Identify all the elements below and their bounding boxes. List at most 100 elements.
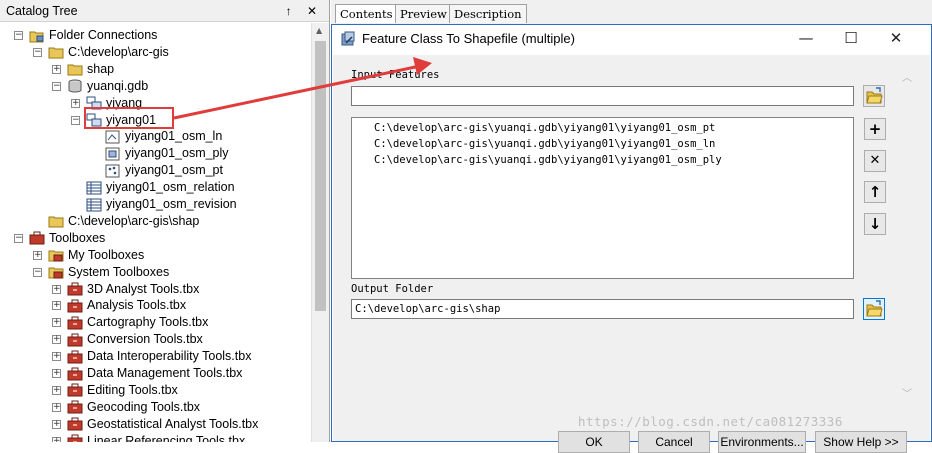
tab-contents[interactable]: Contents: [335, 4, 398, 23]
tree-item[interactable]: − Toolboxes: [14, 230, 105, 247]
expand-icon[interactable]: +: [52, 402, 61, 412]
scrollbar-thumb[interactable]: [315, 41, 326, 311]
expand-icon[interactable]: +: [52, 301, 61, 311]
list-item[interactable]: C:\develop\arc-gis\yuanqi.gdb\yiyang01\y…: [374, 152, 722, 168]
maximize-button[interactable]: ☐: [837, 29, 865, 49]
annotation-highlight-box: [84, 107, 174, 129]
tree-item-label: shap: [87, 61, 115, 76]
tree-item[interactable]: − System Toolboxes: [33, 264, 169, 281]
watermark-text: https://blog.csdn.net/ca081273336: [578, 414, 843, 429]
expand-icon[interactable]: +: [52, 335, 61, 345]
expand-icon[interactable]: +: [52, 318, 61, 328]
move-down-button[interactable]: ↓: [864, 213, 886, 235]
scroll-up-arrow-icon[interactable]: ︿: [902, 69, 912, 84]
minimize-button[interactable]: —: [792, 29, 820, 49]
output-folder-field[interactable]: C:\develop\arc-gis\shap: [351, 299, 854, 319]
browse-input-button[interactable]: [863, 85, 885, 107]
list-item[interactable]: C:\develop\arc-gis\yuanqi.gdb\yiyang01\y…: [374, 136, 715, 152]
open-folder-icon: [866, 300, 883, 317]
toolbox-icon: [67, 367, 83, 381]
tree-item[interactable]: + Linear Referencing Tools.tbx: [52, 433, 245, 442]
catalog-tree-titlebar: Catalog Tree ↑ ✕: [0, 0, 329, 22]
folder-icon: [48, 45, 64, 59]
collapse-icon[interactable]: −: [33, 267, 42, 277]
tree-item[interactable]: + Data Management Tools.tbx: [52, 365, 242, 382]
input-features-field[interactable]: [351, 86, 854, 106]
expand-icon[interactable]: +: [52, 369, 61, 378]
add-item-button[interactable]: +: [864, 118, 886, 140]
scroll-down-arrow-icon[interactable]: ﹀: [902, 385, 912, 400]
toolbox-icon: [67, 383, 83, 397]
tree-item[interactable]: + My Toolboxes: [33, 247, 144, 264]
polygon-feature-class-icon: [105, 147, 121, 161]
tree-item-label: Toolboxes: [49, 230, 106, 245]
expand-icon[interactable]: +: [52, 352, 61, 362]
tab-description[interactable]: Description: [449, 4, 527, 23]
tab-preview[interactable]: Preview: [395, 4, 452, 23]
expand-icon[interactable]: +: [52, 419, 61, 429]
tree-item[interactable]: C:\develop\arc-gis\shap: [33, 213, 199, 230]
collapse-icon[interactable]: −: [14, 233, 23, 243]
expand-icon[interactable]: +: [52, 436, 61, 442]
expand-icon[interactable]: +: [52, 64, 61, 74]
catalog-tree: − Folder Connections − C:\develop\arc-gis + s…: [0, 23, 318, 442]
tree-item[interactable]: yiyang01_osm_ln: [90, 128, 222, 145]
catalog-scrollbar[interactable]: ▲: [311, 23, 329, 442]
move-up-button[interactable]: ↑: [864, 181, 886, 203]
table-icon: [86, 181, 102, 195]
scroll-up-arrow-icon[interactable]: ▲: [316, 26, 322, 35]
tree-item[interactable]: yiyang01_osm_revision: [71, 196, 237, 213]
tree-item[interactable]: − C:\develop\arc-gis: [33, 44, 169, 61]
collapse-icon[interactable]: −: [52, 81, 61, 91]
tree-item[interactable]: + Cartography Tools.tbx: [52, 314, 208, 331]
dialog-titlebar[interactable]: Feature Class To Shapefile (multiple) — …: [332, 25, 931, 54]
toolbox-folder-icon: [48, 248, 64, 262]
collapse-icon[interactable]: −: [33, 47, 42, 57]
expand-icon[interactable]: +: [33, 250, 42, 260]
tree-item-label: C:\develop\arc-gis: [68, 44, 169, 59]
tree-item[interactable]: yiyang01_osm_pt: [90, 162, 223, 179]
browse-output-button[interactable]: [863, 298, 885, 320]
tree-item[interactable]: yiyang01_osm_ply: [90, 145, 229, 162]
tree-item[interactable]: + Geostatistical Analyst Tools.tbx: [52, 416, 258, 433]
tree-item[interactable]: + Editing Tools.tbx: [52, 382, 178, 399]
ok-button[interactable]: OK: [558, 431, 630, 453]
tree-item-label: C:\develop\arc-gis\shap: [68, 213, 200, 228]
collapse-icon[interactable]: −: [71, 115, 80, 125]
expand-icon[interactable]: +: [52, 284, 61, 294]
panel-pin-close-buttons[interactable]: ↑ ✕: [286, 0, 323, 22]
tree-item-label: yuanqi.gdb: [87, 78, 149, 93]
tree-item[interactable]: + Analysis Tools.tbx: [52, 297, 186, 314]
close-button[interactable]: ✕: [882, 29, 910, 49]
tree-item[interactable]: + shap: [52, 61, 114, 78]
toolbox-icon: [67, 417, 83, 431]
list-item[interactable]: C:\develop\arc-gis\yuanqi.gdb\yiyang01\y…: [374, 120, 715, 136]
tree-item[interactable]: + Conversion Tools.tbx: [52, 331, 203, 348]
tree-item[interactable]: + Geocoding Tools.tbx: [52, 399, 200, 416]
show-help-button[interactable]: Show Help >>: [815, 431, 907, 453]
toolbox-icon: [67, 350, 83, 364]
tree-item-label: Data Interoperability Tools.tbx: [87, 349, 252, 364]
environments-button[interactable]: Environments...: [718, 431, 806, 453]
tree-item-label: Cartography Tools.tbx: [87, 315, 209, 330]
dialog-body: Input Features C:\develop\arc-gis\yuanqi…: [333, 55, 930, 453]
tree-item[interactable]: − Folder Connections: [14, 27, 157, 44]
tree-item-label: yiyang01_osm_ply: [125, 146, 229, 161]
tree-item-label: yiyang01_osm_pt: [125, 163, 223, 178]
cancel-button[interactable]: Cancel: [638, 431, 710, 453]
input-features-list[interactable]: C:\develop\arc-gis\yuanqi.gdb\yiyang01\y…: [351, 117, 854, 279]
tree-item[interactable]: − yuanqi.gdb: [52, 78, 148, 95]
expand-icon[interactable]: +: [71, 98, 80, 108]
expand-icon[interactable]: +: [52, 385, 61, 395]
tree-item[interactable]: + Data Interoperability Tools.tbx: [52, 348, 251, 365]
toolbox-icon: [67, 400, 83, 414]
folder-icon: [48, 214, 64, 228]
collapse-icon[interactable]: −: [14, 31, 23, 40]
tree-item[interactable]: yiyang01_osm_relation: [71, 179, 235, 196]
tree-item-label: System Toolboxes: [68, 264, 170, 279]
toolbox-icon: [67, 333, 83, 347]
dialog-scrollbar[interactable]: ︿ ﹀: [898, 55, 915, 415]
tree-item[interactable]: +3D Analyst Tools.tbx: [52, 281, 199, 298]
toolbox-folder-icon: [48, 265, 64, 279]
remove-item-button[interactable]: ✕: [864, 150, 886, 172]
